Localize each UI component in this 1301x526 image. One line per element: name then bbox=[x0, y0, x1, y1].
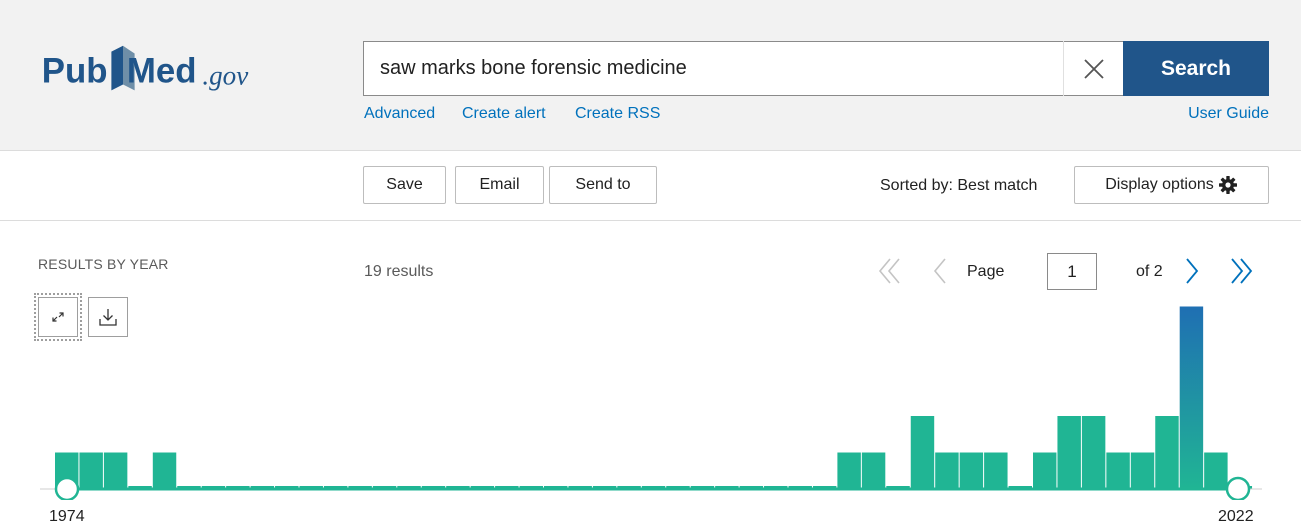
year-bar-2010[interactable] bbox=[935, 452, 959, 490]
start-year-label: 1974 bbox=[49, 508, 85, 525]
gear-icon bbox=[1218, 176, 1237, 194]
year-bar-2015[interactable] bbox=[1057, 416, 1081, 489]
pubmed-logo[interactable]: Pub Med .gov bbox=[38, 40, 268, 100]
results-by-year-chart[interactable] bbox=[0, 290, 1301, 500]
logo-med-text: Med bbox=[127, 52, 197, 91]
logo-gov-text: .gov bbox=[202, 61, 249, 91]
year-bar-2007[interactable] bbox=[861, 452, 886, 490]
year-bar-2012[interactable] bbox=[984, 452, 1008, 490]
range-end-handle[interactable] bbox=[1225, 476, 1251, 500]
year-bar-2017[interactable] bbox=[1106, 452, 1130, 490]
year-bar-1975[interactable] bbox=[79, 452, 103, 490]
page-total: of 2 bbox=[1136, 263, 1163, 280]
year-bar-2020[interactable] bbox=[1179, 306, 1204, 490]
year-bar-2019[interactable] bbox=[1155, 416, 1179, 489]
user-guide-link[interactable]: User Guide bbox=[1188, 105, 1269, 123]
sort-status: Sorted by: Best match bbox=[880, 177, 1038, 194]
search-button[interactable]: Search bbox=[1123, 41, 1269, 96]
year-bar-2018[interactable] bbox=[1130, 452, 1155, 490]
year-bar-2009[interactable] bbox=[910, 416, 935, 489]
year-bar-2021[interactable] bbox=[1204, 452, 1228, 490]
clear-search-button[interactable] bbox=[1063, 41, 1123, 96]
logo-book-icon bbox=[111, 45, 123, 91]
search-bar: Search bbox=[363, 41, 1269, 96]
email-button[interactable]: Email bbox=[455, 166, 544, 204]
page-label: Page bbox=[967, 263, 1005, 280]
search-links: Advanced Create alert Create RSS User Gu… bbox=[363, 105, 1269, 127]
advanced-link[interactable]: Advanced bbox=[364, 105, 435, 123]
action-bar: Save Email Send to Sorted by: Best match… bbox=[0, 151, 1301, 221]
previous-page-icon[interactable] bbox=[930, 256, 950, 286]
first-page-icon[interactable] bbox=[877, 256, 903, 286]
year-bar-2014[interactable] bbox=[1033, 452, 1057, 490]
year-bar-1978[interactable] bbox=[152, 452, 177, 490]
page-number-input[interactable] bbox=[1047, 253, 1097, 290]
send-to-button[interactable]: Send to bbox=[549, 166, 657, 204]
last-page-icon[interactable] bbox=[1228, 256, 1254, 286]
display-options-label: Display options bbox=[1105, 176, 1214, 193]
display-options-button[interactable]: Display options bbox=[1074, 166, 1269, 204]
year-bar-2011[interactable] bbox=[959, 452, 984, 490]
save-button[interactable]: Save bbox=[363, 166, 446, 204]
range-start-handle[interactable] bbox=[54, 476, 80, 500]
year-bar-2016[interactable] bbox=[1081, 416, 1106, 489]
search-input[interactable] bbox=[363, 41, 1123, 96]
close-icon bbox=[1083, 58, 1104, 79]
header-bar: Pub Med .gov Search Advanced Create aler… bbox=[0, 0, 1301, 151]
create-alert-link[interactable]: Create alert bbox=[462, 105, 546, 123]
year-bar-1976[interactable] bbox=[103, 452, 128, 490]
logo-pub-text: Pub bbox=[42, 52, 108, 91]
end-year-label: 2022 bbox=[1218, 508, 1254, 525]
results-count: 19 results bbox=[364, 263, 434, 280]
results-by-year-heading: RESULTS BY YEAR bbox=[38, 256, 169, 272]
next-page-icon[interactable] bbox=[1182, 256, 1202, 286]
create-rss-link[interactable]: Create RSS bbox=[575, 105, 660, 123]
year-bar-2006[interactable] bbox=[837, 452, 861, 490]
